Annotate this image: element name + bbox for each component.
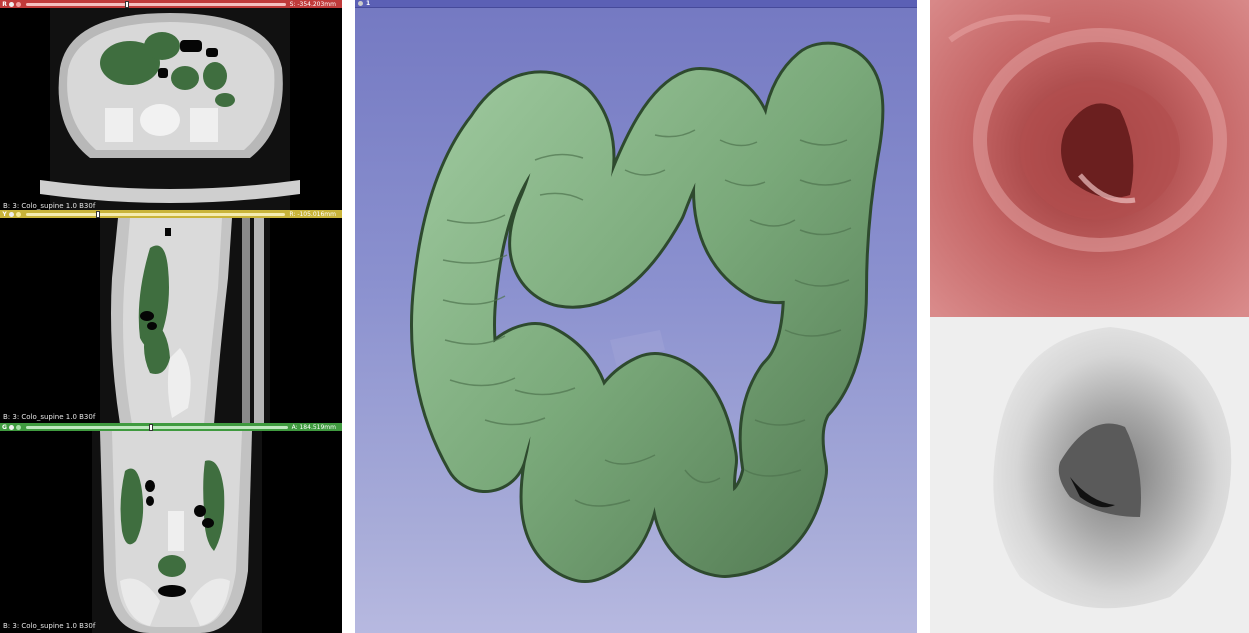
slice-offset-slider[interactable]: [26, 0, 286, 8]
eye-icon[interactable]: [16, 424, 21, 430]
slice-view-red[interactable]: R S: -354.203mm B: 3: Colo_supine 1.0 B3…: [0, 0, 342, 213]
slice-caption: B: 3: Colo_supine 1.0 B30f: [3, 622, 96, 630]
pin-icon[interactable]: [9, 1, 14, 7]
3d-view[interactable]: 1: [355, 0, 917, 633]
3d-view-label: 1: [366, 0, 371, 7]
slider-handle[interactable]: [96, 210, 101, 218]
slider-handle[interactable]: [124, 0, 129, 8]
eye-icon[interactable]: [16, 211, 21, 217]
depth-map-image: [930, 317, 1249, 633]
endoscopy-rendering: [930, 0, 1249, 317]
coronal-ct-image: [92, 431, 262, 633]
virtual-endoscopy-view[interactable]: [930, 0, 1249, 317]
slider-handle[interactable]: [148, 423, 153, 431]
pin-icon[interactable]: [358, 1, 363, 6]
slice-controller-green[interactable]: G A: 184.519mm: [0, 423, 342, 431]
slice-offset-slider[interactable]: [26, 210, 286, 218]
slice-controller-yellow[interactable]: Y R: -105.016mm: [0, 210, 342, 218]
slice-view-yellow[interactable]: Y R: -105.016mm B: 3: Colo_supine 1.0 B3…: [0, 210, 342, 424]
colon-3d-model: [410, 41, 885, 583]
slice-view-label: R: [2, 0, 7, 8]
slice-caption: B: 3: Colo_supine 1.0 B30f: [3, 413, 96, 421]
slice-controller-red[interactable]: R S: -354.203mm: [0, 0, 342, 8]
eye-icon[interactable]: [16, 1, 21, 7]
sagittal-ct-image: [100, 218, 270, 424]
depth-map-view[interactable]: [930, 317, 1249, 633]
slice-view-green[interactable]: G A: 184.519mm B: 3: Colo_supine 1.0 B30…: [0, 423, 342, 633]
slice-offset-value: S: -354.203mm: [289, 0, 336, 8]
slice-offset-value: R: -105.016mm: [289, 210, 336, 218]
slice-view-label: Y: [2, 210, 7, 218]
slice-offset-slider[interactable]: [26, 423, 288, 431]
3d-view-controller[interactable]: 1: [355, 0, 917, 8]
pin-icon[interactable]: [9, 424, 14, 430]
slice-caption: B: 3: Colo_supine 1.0 B30f: [3, 202, 96, 210]
slice-view-label: G: [2, 423, 7, 431]
pin-icon[interactable]: [9, 211, 14, 217]
axial-ct-image: [40, 8, 300, 213]
slice-offset-value: A: 184.519mm: [291, 423, 336, 431]
